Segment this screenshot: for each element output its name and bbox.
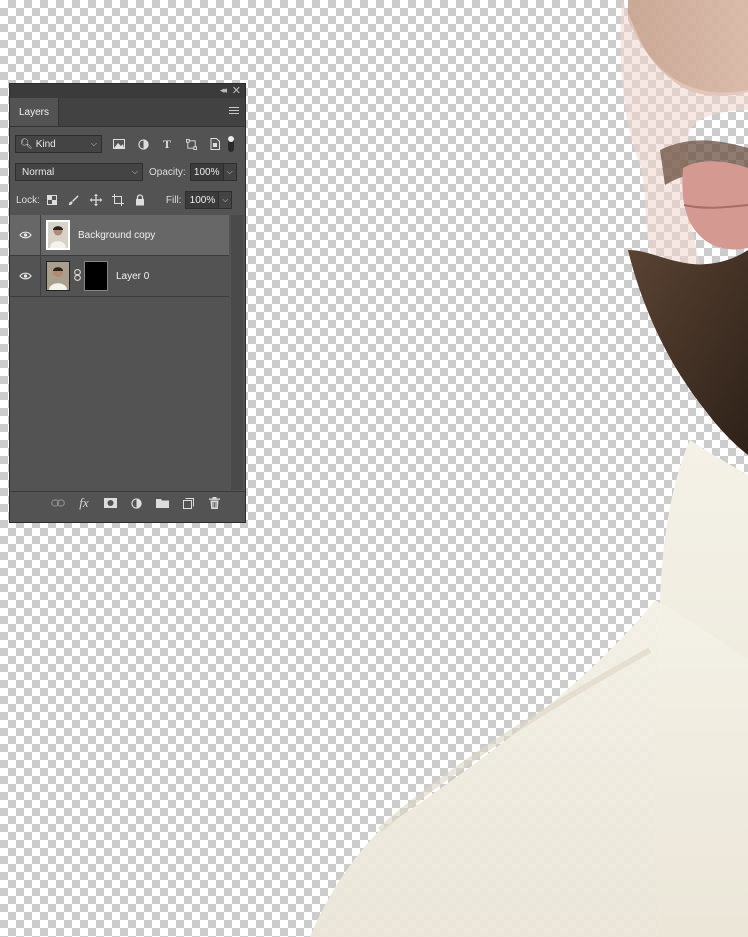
blend-row: Normal ⌵ Opacity: 100% ⌵ [14,161,241,183]
beard [628,250,748,455]
shape-filter-icon[interactable] [182,136,200,152]
layer-name[interactable]: Layer 0 [116,271,149,282]
layers-bottom-toolbar: fx [10,491,245,514]
adjustment-layer-icon[interactable] [127,495,145,511]
layers-panel: ◂◂ ✕ Layers 🔍︎ Kind ⌵ T Normal ⌵ Opacity… [9,83,246,523]
opacity-input[interactable]: 100% [189,163,224,181]
layers-scrollbar[interactable] [231,215,243,490]
lock-label: Lock: [16,194,40,206]
blend-mode-value: Normal [22,166,55,178]
layer-name[interactable]: Background copy [78,230,155,241]
link-layers-icon[interactable] [49,495,67,511]
filter-row: 🔍︎ Kind ⌵ T [14,133,241,155]
chevron-down-icon: ⌵ [131,167,138,176]
chevron-down-icon: ⌵ [90,139,97,148]
visibility-eye-icon[interactable] [10,215,41,255]
visibility-eye-icon[interactable] [10,256,41,296]
panel-menu-icon[interactable] [229,107,239,116]
layer-row[interactable]: Background copy [10,215,229,256]
lock-row: Lock: Fill: 100% ⌵ [14,189,241,211]
type-filter-icon[interactable]: T [158,136,176,152]
filter-kind-label: Kind [35,138,56,150]
lock-transparent-pixels-icon[interactable] [44,192,60,208]
mask-link-chain-icon[interactable] [71,268,83,284]
new-group-icon[interactable] [153,495,171,511]
lock-position-icon[interactable] [88,192,104,208]
filter-toggle-switch[interactable] [228,136,234,152]
smart-object-filter-icon[interactable] [206,136,224,152]
layer-row[interactable]: Layer 0 [10,256,229,297]
fill-input[interactable]: 100% [185,191,220,209]
fx-icon[interactable]: fx [75,495,93,511]
fill-label: Fill: [165,194,182,206]
fill-dropdown-chevron-icon[interactable]: ⌵ [219,191,233,209]
lock-artboard-icon[interactable] [110,192,126,208]
lock-all-icon[interactable] [132,192,148,208]
tab-layers[interactable]: Layers [10,98,59,126]
opacity-label: Opacity: [149,166,186,178]
layer-thumbnail[interactable] [46,220,70,250]
close-icon[interactable]: ✕ [232,84,241,97]
lock-image-pixels-icon[interactable] [66,192,82,208]
layer-mask-thumbnail[interactable] [84,261,108,291]
panel-titlebar[interactable]: ◂◂ ✕ [10,84,245,98]
layers-list: Background copy Layer 0 [10,215,229,490]
collapse-panel-icon[interactable]: ◂◂ [220,85,227,96]
blend-mode-dropdown[interactable]: Normal ⌵ [15,163,143,181]
adjustment-filter-icon[interactable] [134,136,152,152]
trash-icon[interactable] [205,495,223,511]
shirt [310,600,748,937]
layer-thumbnail[interactable] [46,261,70,291]
new-layer-icon[interactable] [179,495,197,511]
panel-tab-row: Layers [10,98,245,127]
search-icon: 🔍︎ [20,138,33,150]
image-filter-icon[interactable] [110,136,128,152]
opacity-dropdown-chevron-icon[interactable]: ⌵ [223,163,237,181]
filter-kind-dropdown[interactable]: 🔍︎ Kind ⌵ [15,135,102,153]
add-mask-icon[interactable] [101,495,119,511]
